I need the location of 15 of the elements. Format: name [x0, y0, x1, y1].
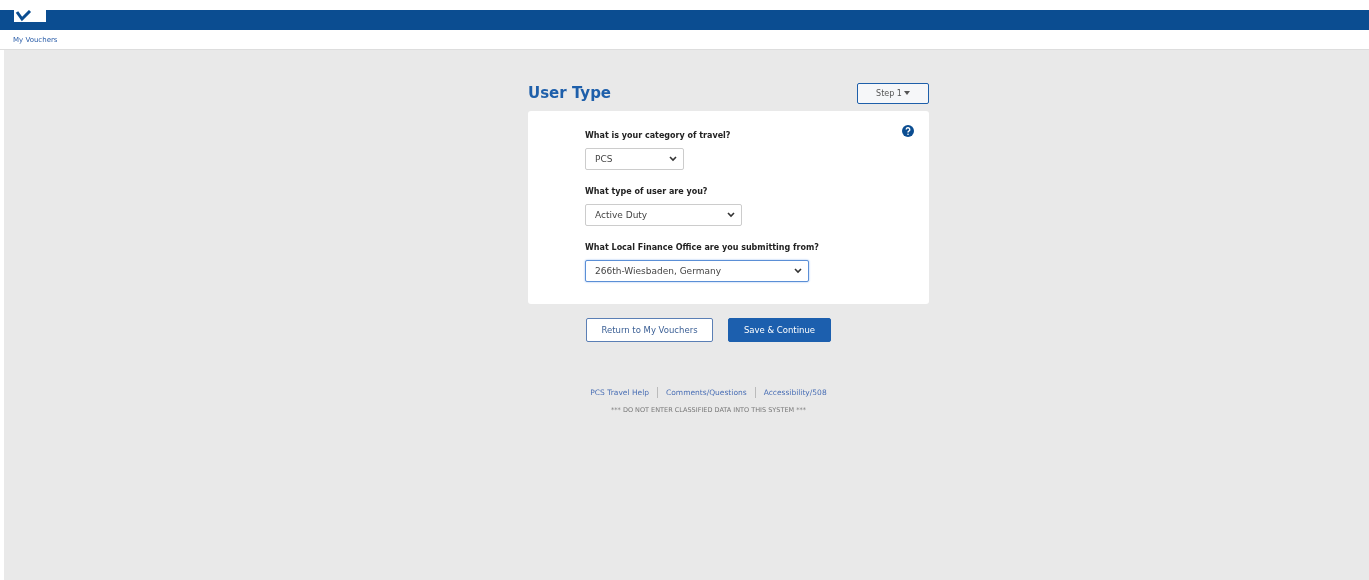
chevron-icon	[669, 156, 677, 162]
field-label: What type of user are you?	[585, 187, 709, 196]
help-icon[interactable]	[902, 125, 914, 137]
field-label: What Local Finance Office are you submitting from?	[585, 243, 820, 252]
page-title: User Type	[528, 84, 612, 102]
select-field[interactable]: PCS	[585, 148, 684, 170]
field-label: What is your category of travel?	[585, 131, 732, 140]
return-button[interactable]: Return to My Vouchers	[586, 318, 713, 342]
step-dropdown[interactable]: Step 1	[857, 82, 929, 104]
save-continue-button[interactable]: Save & Continue	[728, 318, 831, 342]
chevron-icon	[794, 268, 802, 274]
chevron-icon	[727, 212, 735, 218]
select-field[interactable]: 266th-Wiesbaden, Germany	[585, 260, 809, 282]
caret-icon	[903, 91, 910, 95]
select-field[interactable]: Active Duty	[585, 204, 742, 226]
